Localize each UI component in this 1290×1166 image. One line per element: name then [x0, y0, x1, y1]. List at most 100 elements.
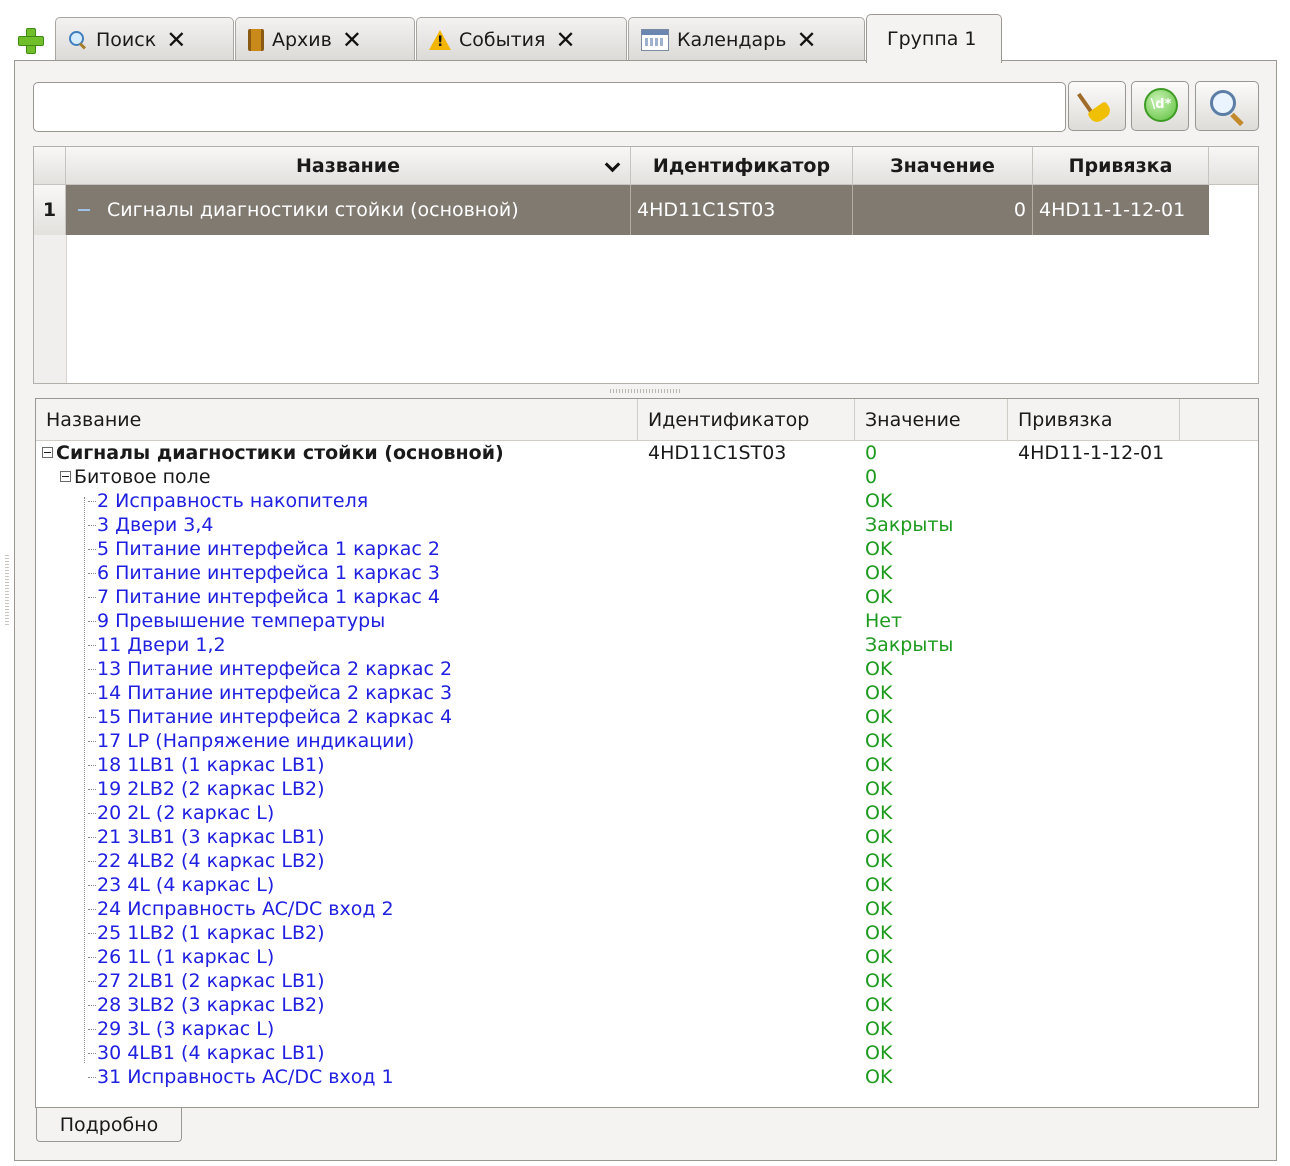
tree-item-row[interactable]: 13 Питание интерфейса 2 каркас 2 OK	[36, 657, 1258, 681]
close-icon[interactable]: ✕	[342, 28, 362, 52]
tree-branch-line	[88, 1077, 96, 1078]
tree-item-name: 28 3LB2 (3 каркас LB2)	[97, 994, 325, 1016]
tree-item-name: 6 Питание интерфейса 1 каркас 3	[97, 562, 440, 584]
tree-item-row[interactable]: 2 Исправность накопителя OK	[36, 489, 1258, 513]
tree-item-value: OK	[865, 802, 893, 824]
tree-item-row[interactable]: 22 4LB2 (4 каркас LB2) OK	[36, 849, 1258, 873]
close-icon[interactable]: ✕	[555, 28, 575, 52]
tree-item-value: Закрыты	[865, 634, 954, 656]
tree-item-row[interactable]: 26 1L (1 каркас L) OK	[36, 945, 1258, 969]
tree-item-row[interactable]: 5 Питание интерфейса 1 каркас 2 OK	[36, 537, 1258, 561]
regex-icon: \d*	[1144, 88, 1178, 122]
column-header-id[interactable]: Идентификатор	[631, 147, 853, 185]
tree-branch-line	[88, 933, 96, 934]
splitter-grip[interactable]	[5, 555, 9, 625]
tree-header-name[interactable]: Название	[36, 399, 638, 441]
tree-item-name: 17 LP (Напряжение индикации)	[97, 730, 415, 752]
tree-item-row[interactable]: 11 Двери 1,2 Закрыты	[36, 633, 1258, 657]
tree-group-row[interactable]: Битовое поле 0	[36, 465, 1258, 489]
tree-item-row[interactable]: 28 3LB2 (3 каркас LB2) OK	[36, 993, 1258, 1017]
tree-item-name: 31 Исправность AC/DC вход 1	[97, 1066, 394, 1088]
row-number[interactable]: 1	[34, 185, 66, 235]
add-tab-plus-icon[interactable]	[18, 28, 44, 54]
tree-item-row[interactable]: 30 4LB1 (4 каркас LB1) OK	[36, 1041, 1258, 1065]
tree-item-row[interactable]: 9 Превышение температуры Нет	[36, 609, 1258, 633]
tree-root-label: Сигналы диагностики стойки (основной)	[56, 442, 504, 464]
tree-branch-line	[88, 1005, 96, 1006]
tree-item-value: OK	[865, 1018, 893, 1040]
tree-item-row[interactable]: 7 Питание интерфейса 1 каркас 4 OK	[36, 585, 1258, 609]
tree-branch-line	[88, 1053, 96, 1054]
signals-table: Название Идентификатор Значение Привязка…	[33, 146, 1259, 384]
clear-filter-button[interactable]	[1068, 81, 1126, 131]
tree-item-row[interactable]: 17 LP (Напряжение индикации) OK	[36, 729, 1258, 753]
tree-item-row[interactable]: 31 Исправность AC/DC вход 1 OK	[36, 1065, 1258, 1089]
tree-item-row[interactable]: 21 3LB1 (3 каркас LB1) OK	[36, 825, 1258, 849]
tab-search[interactable]: Поиск ✕	[55, 17, 234, 61]
tree-item-name: 19 2LB2 (2 каркас LB2)	[97, 778, 325, 800]
tree-item-value: OK	[865, 922, 893, 944]
cell-name: Сигналы диагностики стойки (основной)	[66, 185, 631, 235]
tree-group-value: 0	[865, 466, 878, 488]
tab-archive[interactable]: Архив ✕	[235, 17, 415, 61]
table-corner[interactable]	[34, 147, 66, 185]
tree-branch-line	[88, 573, 96, 574]
tree-header-id[interactable]: Идентификатор	[638, 399, 855, 441]
tree-item-value: OK	[865, 946, 893, 968]
tree-item-row[interactable]: 15 Питание интерфейса 2 каркас 4 OK	[36, 705, 1258, 729]
tree-branch-line	[88, 1029, 96, 1030]
tree-item-row[interactable]: 19 2LB2 (2 каркас LB2) OK	[36, 777, 1258, 801]
tree-branch-line	[88, 765, 96, 766]
calendar-icon	[641, 28, 669, 51]
tree-item-row[interactable]: 29 3L (3 каркас L) OK	[36, 1017, 1258, 1041]
tree-item-name: 15 Питание интерфейса 2 каркас 4	[97, 706, 453, 728]
table-row[interactable]: Сигналы диагностики стойки (основной) 4H…	[66, 185, 1209, 235]
tree-branch-line	[88, 741, 96, 742]
tree-root-row[interactable]: Сигналы диагностики стойки (основной) 4H…	[36, 441, 1258, 465]
tree-item-value: OK	[865, 538, 893, 560]
collapse-icon[interactable]	[42, 447, 53, 458]
tree-item-row[interactable]: 14 Питание интерфейса 2 каркас 3 OK	[36, 681, 1258, 705]
tree-item-value: OK	[865, 1066, 893, 1088]
tree-branch-line	[88, 957, 96, 958]
tab-details[interactable]: Подробно	[36, 1108, 182, 1142]
tree-item-value: OK	[865, 994, 893, 1016]
tree-branch-line	[88, 693, 96, 694]
close-icon[interactable]: ✕	[166, 28, 186, 52]
tree-branch-line	[88, 837, 96, 838]
column-header-binding[interactable]: Привязка	[1033, 147, 1209, 185]
tree-item-row[interactable]: 18 1LB1 (1 каркас LB1) OK	[36, 753, 1258, 777]
tree-item-value: OK	[865, 754, 893, 776]
tree-branch-line	[88, 813, 96, 814]
tree-group-label: Битовое поле	[74, 466, 211, 488]
regex-button[interactable]: \d*	[1131, 81, 1189, 131]
tree-item-row[interactable]: 25 1LB2 (1 каркас LB2) OK	[36, 921, 1258, 945]
column-header-name[interactable]: Название	[66, 147, 631, 185]
tree-item-name: 9 Превышение температуры	[97, 610, 386, 632]
tree-header-binding[interactable]: Привязка	[1008, 399, 1180, 441]
tree-item-value: OK	[865, 682, 893, 704]
tree-item-row[interactable]: 24 Исправность AC/DC вход 2 OK	[36, 897, 1258, 921]
tab-group-1[interactable]: Группа 1	[866, 14, 1002, 63]
tree-item-row[interactable]: 27 2LB1 (2 каркас LB1) OK	[36, 969, 1258, 993]
tree-item-value: OK	[865, 586, 893, 608]
tree-branch-line	[88, 501, 96, 502]
find-button[interactable]	[1195, 81, 1259, 131]
collapse-icon[interactable]	[60, 471, 71, 482]
tree-item-row[interactable]: 20 2L (2 каркас L) OK	[36, 801, 1258, 825]
search-icon	[68, 30, 88, 50]
tree-item-row[interactable]: 23 4L (4 каркас L) OK	[36, 873, 1258, 897]
tree-header-value[interactable]: Значение	[855, 399, 1008, 441]
tree-item-row[interactable]: 6 Питание интерфейса 1 каркас 3 OK	[36, 561, 1258, 585]
tab-bar: Поиск ✕ Архив ✕ События ✕ Календарь ✕ Гр…	[0, 0, 1290, 63]
splitter-handle[interactable]	[610, 389, 682, 393]
close-icon[interactable]: ✕	[796, 28, 816, 52]
tree-item-value: OK	[865, 850, 893, 872]
tree-item-value: OK	[865, 826, 893, 848]
tab-calendar[interactable]: Календарь ✕	[628, 17, 865, 61]
column-header-filler	[1209, 147, 1258, 185]
filter-input[interactable]	[33, 82, 1066, 132]
column-header-value[interactable]: Значение	[853, 147, 1033, 185]
tab-events[interactable]: События ✕	[416, 17, 627, 61]
tree-item-row[interactable]: 3 Двери 3,4 Закрыты	[36, 513, 1258, 537]
